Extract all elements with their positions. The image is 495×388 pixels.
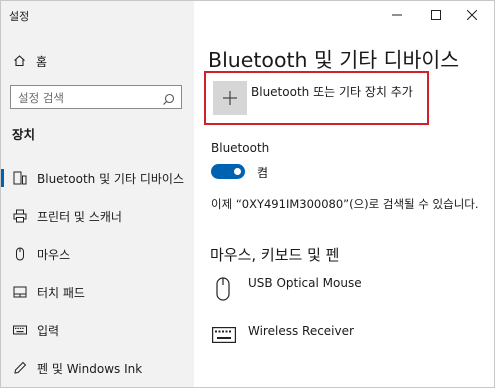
keyboard-icon	[212, 327, 236, 347]
plus-icon	[223, 91, 237, 105]
section-title-input-devices: 마우스, 키보드 및 펜	[210, 246, 340, 264]
active-indicator	[1, 169, 4, 187]
mouse-icon	[13, 247, 27, 261]
pen-icon	[13, 361, 27, 375]
search-icon[interactable]	[162, 91, 175, 110]
close-icon	[467, 10, 477, 20]
add-device-button[interactable]	[213, 81, 247, 115]
maximize-icon	[431, 10, 441, 20]
page-title: Bluetooth 및 기타 디바이스	[208, 48, 460, 72]
search-input[interactable]: 설정 검색	[18, 90, 64, 106]
window-title: 설정	[9, 10, 30, 23]
minimize-icon	[392, 14, 402, 16]
minimize-button[interactable]	[384, 4, 410, 26]
sidebar-item-label: 터치 패드	[37, 285, 85, 300]
sidebar-item-label: 펜 및 Windows Ink	[37, 361, 143, 376]
settings-search-box[interactable]: 설정 검색	[10, 85, 182, 109]
discoverable-text: 이제 “0XY491IM300080”(으)로 검색될 수 있습니다.	[211, 197, 479, 211]
sidebar-item-touchpad[interactable]: 터치 패드	[1, 277, 194, 307]
bluetooth-label: Bluetooth	[211, 141, 270, 155]
device-name[interactable]: USB Optical Mouse	[248, 276, 362, 290]
printer-icon	[13, 209, 27, 223]
mouse-icon	[216, 277, 230, 305]
bluetooth-toggle[interactable]	[211, 164, 245, 179]
toggle-state-label: 켬	[257, 166, 269, 180]
sidebar-item-bluetooth[interactable]: Bluetooth 및 기타 디바이스	[1, 163, 194, 193]
sidebar-item-mouse[interactable]: 마우스	[1, 239, 194, 269]
add-device-label[interactable]: Bluetooth 또는 기타 장치 추가	[251, 83, 413, 100]
home-link[interactable]: 홈	[13, 53, 47, 70]
device-name[interactable]: Wireless Receiver	[248, 324, 354, 338]
sidebar-item-label: 프린터 및 스캐너	[37, 209, 122, 224]
sidebar-item-label: 입력	[37, 323, 60, 338]
sidebar-item-typing[interactable]: 입력	[1, 315, 194, 345]
settings-window: 설정 홈 설정 검색 장치 Bluetooth 및 기타 디바이스 프린터 및 …	[0, 0, 495, 388]
sidebar-item-printers[interactable]: 프린터 및 스캐너	[1, 201, 194, 231]
touchpad-icon	[13, 285, 27, 299]
keyboard-icon	[13, 323, 27, 337]
home-icon	[13, 54, 26, 70]
close-button[interactable]	[459, 4, 485, 26]
toggle-knob	[234, 168, 241, 175]
maximize-button[interactable]	[423, 4, 449, 26]
section-heading-devices: 장치	[12, 127, 36, 142]
home-label: 홈	[36, 55, 48, 69]
bluetooth-devices-icon	[13, 171, 27, 185]
sidebar-item-label: Bluetooth 및 기타 디바이스	[37, 171, 184, 186]
sidebar-item-pen[interactable]: 펜 및 Windows Ink	[1, 353, 194, 383]
sidebar: 설정 홈 설정 검색 장치 Bluetooth 및 기타 디바이스 프린터 및 …	[1, 1, 194, 387]
sidebar-item-label: 마우스	[37, 247, 71, 262]
